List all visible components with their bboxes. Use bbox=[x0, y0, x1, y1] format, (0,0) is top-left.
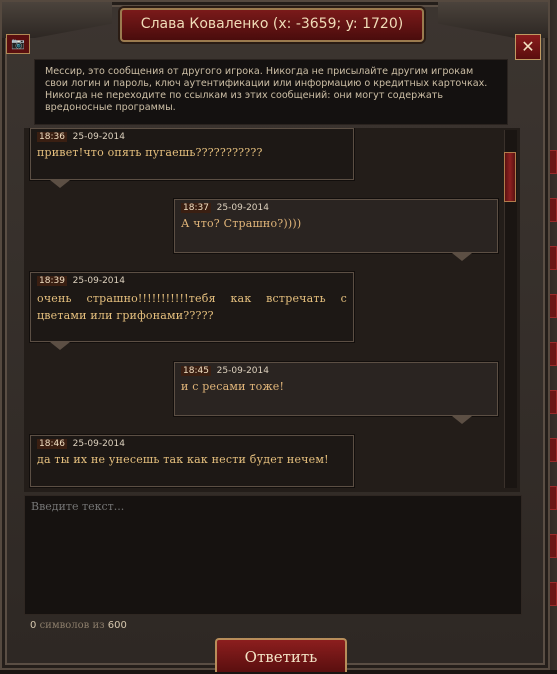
char-count-of: из bbox=[92, 620, 105, 631]
message-time: 18:36 bbox=[37, 132, 67, 142]
window-title: Слава Коваленко (x: -3659; y: 1720) bbox=[120, 8, 424, 42]
message-text: очень страшно!!!!!!!!!!!тебя как встреча… bbox=[37, 292, 347, 322]
char-count-label: символов bbox=[39, 620, 90, 631]
security-notice: Мессир, это сообщения от другого игрока.… bbox=[34, 59, 508, 125]
message-time: 18:45 bbox=[181, 366, 211, 376]
corner-ornament-left bbox=[2, 2, 112, 38]
message-input-area bbox=[24, 495, 522, 615]
message-text: и с ресами тоже! bbox=[181, 380, 285, 393]
message-text: А что? Страшно?)))) bbox=[181, 217, 302, 230]
message-item: 18:36 25-09-2014 привет!что опять пугаеш… bbox=[30, 128, 354, 180]
message-date: 25-09-2014 bbox=[72, 439, 125, 449]
message-item: 18:45 25-09-2014 и с ресами тоже! bbox=[174, 362, 498, 416]
message-item: 18:39 25-09-2014 очень страшно!!!!!!!!!!… bbox=[30, 272, 354, 342]
close-button[interactable]: ✕ bbox=[515, 34, 541, 60]
message-text: привет!что опять пугаешь??????????? bbox=[37, 146, 263, 159]
message-date: 25-09-2014 bbox=[72, 132, 125, 142]
message-tail bbox=[452, 416, 472, 424]
message-time: 18:39 bbox=[37, 276, 67, 286]
scrollbar-thumb[interactable] bbox=[504, 152, 516, 202]
message-date: 25-09-2014 bbox=[72, 276, 125, 286]
message-list[interactable]: 18:36 25-09-2014 привет!что опять пугаеш… bbox=[24, 128, 520, 492]
chat-window: Слава Коваленко (x: -3659; y: 1720) 📷 ✕ … bbox=[0, 0, 550, 672]
message-text: да ты их не унесешь так как нести будет … bbox=[37, 453, 329, 466]
message-time: 18:37 bbox=[181, 203, 211, 213]
message-input[interactable] bbox=[25, 496, 521, 614]
reply-button[interactable]: Ответить bbox=[215, 638, 347, 672]
char-max: 600 bbox=[107, 620, 127, 631]
message-tail bbox=[452, 253, 472, 261]
message-tail bbox=[50, 180, 70, 188]
message-tail bbox=[50, 342, 70, 350]
message-item: 18:46 25-09-2014 да ты их не унесешь так… bbox=[30, 435, 354, 487]
message-item: 18:37 25-09-2014 А что? Страшно?)))) bbox=[174, 199, 498, 253]
char-count: 0 bbox=[30, 620, 37, 631]
message-date: 25-09-2014 bbox=[216, 203, 269, 213]
camera-icon[interactable]: 📷 bbox=[6, 34, 30, 54]
message-time: 18:46 bbox=[37, 439, 67, 449]
corner-ornament-right bbox=[438, 2, 548, 38]
char-counter: 0 символов из 600 bbox=[30, 620, 127, 631]
message-date: 25-09-2014 bbox=[216, 366, 269, 376]
